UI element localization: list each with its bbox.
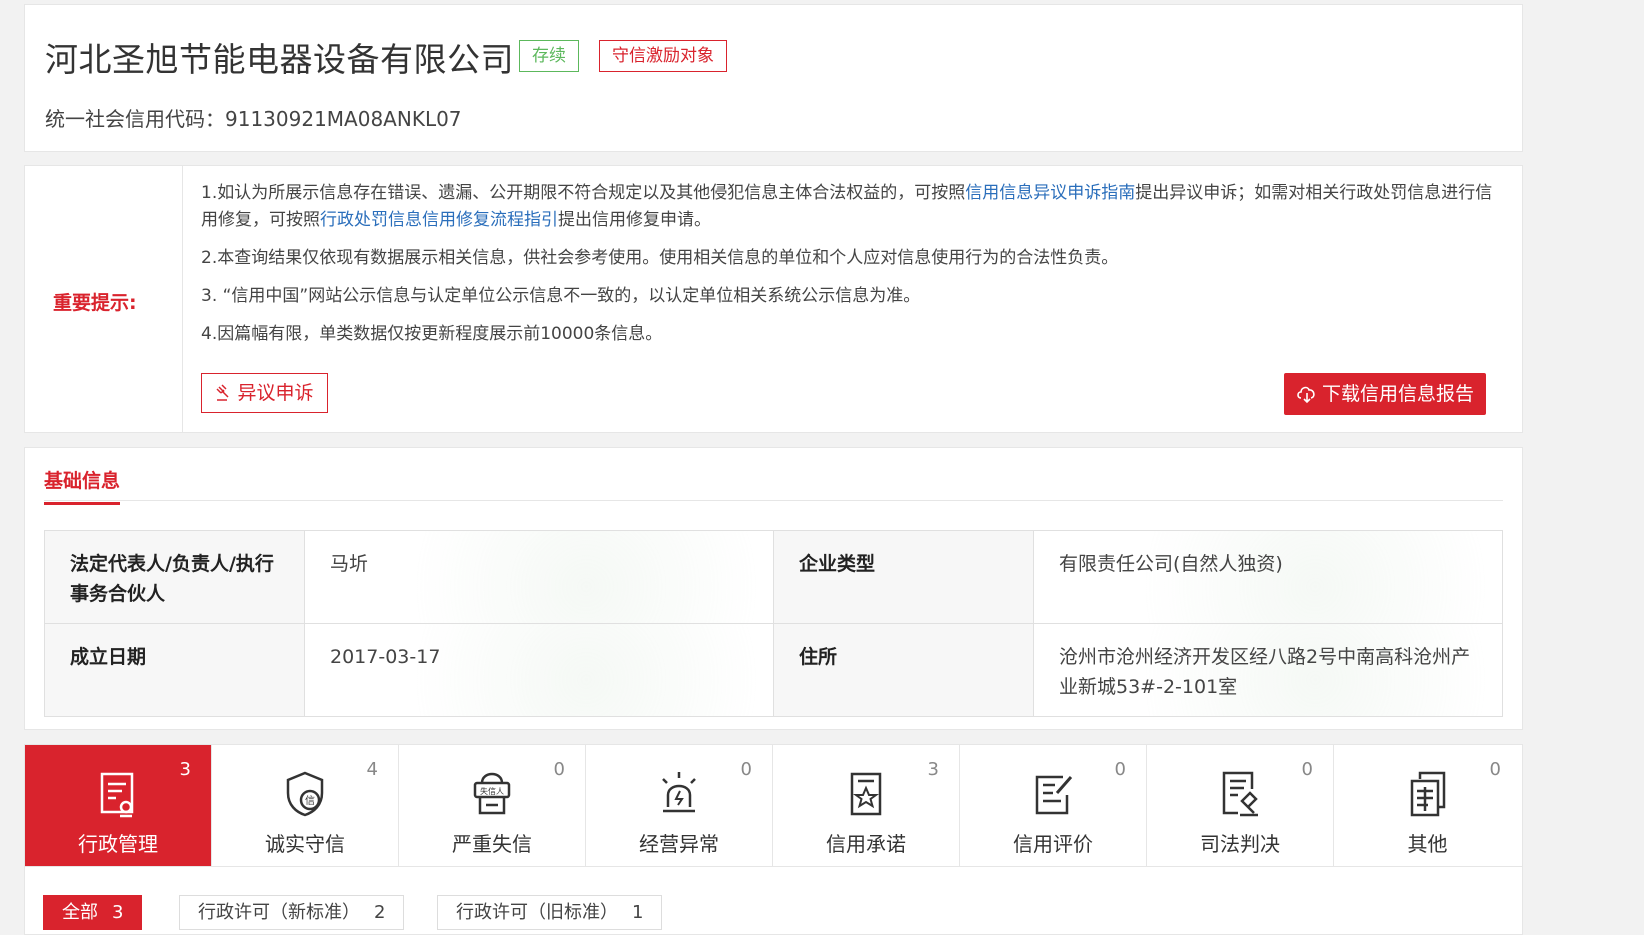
download-report-label: 下载信用信息报告 [1321,383,1474,405]
filter-label: 行政许可（新标准） [198,902,360,923]
credit-code-row: 统一社会信用代码：91130921MA08ANKL07 [45,103,462,132]
section-divider [44,500,1503,501]
tab-judicial-judgment[interactable]: 0 司法判决 [1147,745,1334,866]
legal-rep-value: 马圻 [304,530,774,624]
judgment-gavel-icon [1222,771,1258,817]
shield-credit-icon: 信 [286,771,324,817]
notice-line-4: 4.因篇幅有限，单类数据仅按更新程度展示前10000条信息。 [201,324,663,344]
table-row: 法定代表人/负责人/执行事务合伙人 马圻 企业类型 有限责任公司(自然人独资) [44,530,1503,624]
credit-repair-guide-link[interactable]: 行政处罚信息信用修复流程指引 [320,210,558,230]
tab-credit-commitment[interactable]: 3 信用承诺 [773,745,960,866]
notice-line-1-text-a: 1.如认为所展示信息存在错误、遗漏、公开期限不符合规定以及其他侵犯信息主体合法权… [201,183,966,203]
tab-count: 3 [179,759,191,780]
tab-label: 行政管理 [78,832,158,856]
tab-count: 3 [927,759,939,780]
tab-count: 0 [1489,759,1501,780]
notice-line-3: 3. “信用中国”网站公示信息与认定单位公示信息不一致的，以认定单位相关系统公示… [201,286,921,306]
admin-doc-icon [100,772,134,818]
alarm-light-icon [662,772,696,813]
notice-label-cell: 重要提示: [25,166,183,432]
credit-code-value: 91130921MA08ANKL07 [225,107,462,131]
filter-label: 行政许可（旧标准） [456,902,618,923]
tab-count: 0 [553,759,565,780]
tab-label: 严重失信 [452,832,532,856]
tab-label: 信用承诺 [826,832,906,856]
tab-label: 经营异常 [639,832,719,856]
sub-filter-bar: 全部 3 行政许可（新标准） 2 行政许可（旧标准） 1 [24,867,1523,935]
filter-count: 2 [374,902,386,923]
table-row: 成立日期 2017-03-17 住所 沧州市沧州经济开发区经八路2号中南高科沧州… [44,623,1503,717]
company-header-card: 河北圣旭节能电器设备有限公司 存续 守信激励对象 统一社会信用代码：911309… [24,4,1523,152]
other-docs-icon [1410,771,1445,817]
svg-text:信: 信 [305,795,315,807]
credit-category-tabs: 3 行政管理 4 信 诚实守信 0 失信人 严重失信 0 经营异常 3 信用承诺… [24,744,1523,867]
founded-date-value: 2017-03-17 [304,623,774,717]
tab-count: 0 [740,759,752,780]
notice-label: 重要提示: [53,292,137,314]
tab-serious-dishonest[interactable]: 0 失信人 严重失信 [399,745,586,866]
download-report-button[interactable]: 下载信用信息报告 [1284,373,1486,415]
address-value: 沧州市沧州经济开发区经八路2号中南高科沧州产业新城53#-2-101室 [1033,623,1503,717]
tab-admin-management[interactable]: 3 行政管理 [25,745,212,866]
company-type-value: 有限责任公司(自然人独资) [1033,530,1503,624]
gavel-icon [216,384,230,401]
tab-honest-trust[interactable]: 4 信 诚实守信 [212,745,399,866]
basic-info-table: 法定代表人/负责人/执行事务合伙人 马圻 企业类型 有限责任公司(自然人独资) … [44,530,1503,717]
status-badge: 存续 [519,40,579,72]
evaluation-edit-icon [1035,775,1073,815]
tab-count: 0 [1114,759,1126,780]
basic-info-card: 基础信息 法定代表人/负责人/执行事务合伙人 马圻 企业类型 有限责任公司(自然… [24,447,1523,730]
notice-lines: 1.如认为所展示信息存在错误、遗漏、公开期限不符合规定以及其他侵犯信息主体合法权… [201,180,1501,359]
filter-admin-license-new[interactable]: 行政许可（新标准） 2 [179,895,405,930]
appeal-guide-link[interactable]: 信用信息异议申诉指南 [965,183,1135,203]
tab-credit-evaluation[interactable]: 0 信用评价 [960,745,1147,866]
important-notice-card: 重要提示: 1.如认为所展示信息存在错误、遗漏、公开期限不符合规定以及其他侵犯信… [24,165,1523,433]
notice-line-2: 2.本查询结果仅依现有数据展示相关信息，供社会参考使用。使用相关信息的单位和个人… [201,248,1119,268]
tab-label: 信用评价 [1013,832,1093,856]
tab-count: 4 [366,759,378,780]
objection-button-label: 异议申诉 [237,382,314,404]
founded-date-label: 成立日期 [44,623,305,717]
company-type-label: 企业类型 [773,530,1034,624]
credit-code-label: 统一社会信用代码： [45,107,225,131]
legal-rep-label: 法定代表人/负责人/执行事务合伙人 [44,530,305,624]
tab-label: 司法判决 [1200,832,1280,856]
objection-button[interactable]: 异议申诉 [201,373,328,413]
tab-business-abnormal[interactable]: 0 经营异常 [586,745,773,866]
notice-line-1-text-c: 提出信用修复申请。 [558,210,711,230]
tab-other[interactable]: 0 其他 [1334,745,1521,866]
tab-count: 0 [1301,759,1313,780]
dishonest-person-icon: 失信人 [473,772,511,815]
honor-badge: 守信激励对象 [599,40,727,72]
svg-text:失信人: 失信人 [480,786,504,796]
notice-line-1: 1.如认为所展示信息存在错误、遗漏、公开期限不符合规定以及其他侵犯信息主体合法权… [201,180,1501,234]
cloud-download-icon [1297,386,1315,404]
filter-count: 1 [632,902,644,923]
address-label: 住所 [773,623,1034,717]
filter-label: 全部 [62,902,98,923]
filter-admin-license-old[interactable]: 行政许可（旧标准） 1 [437,895,663,930]
tab-label: 其他 [1407,832,1448,856]
filter-count: 3 [112,902,124,923]
star-document-icon [850,772,882,816]
company-name: 河北圣旭节能电器设备有限公司 [45,40,514,79]
filter-all[interactable]: 全部 3 [43,895,143,930]
tab-label: 诚实守信 [265,832,345,856]
